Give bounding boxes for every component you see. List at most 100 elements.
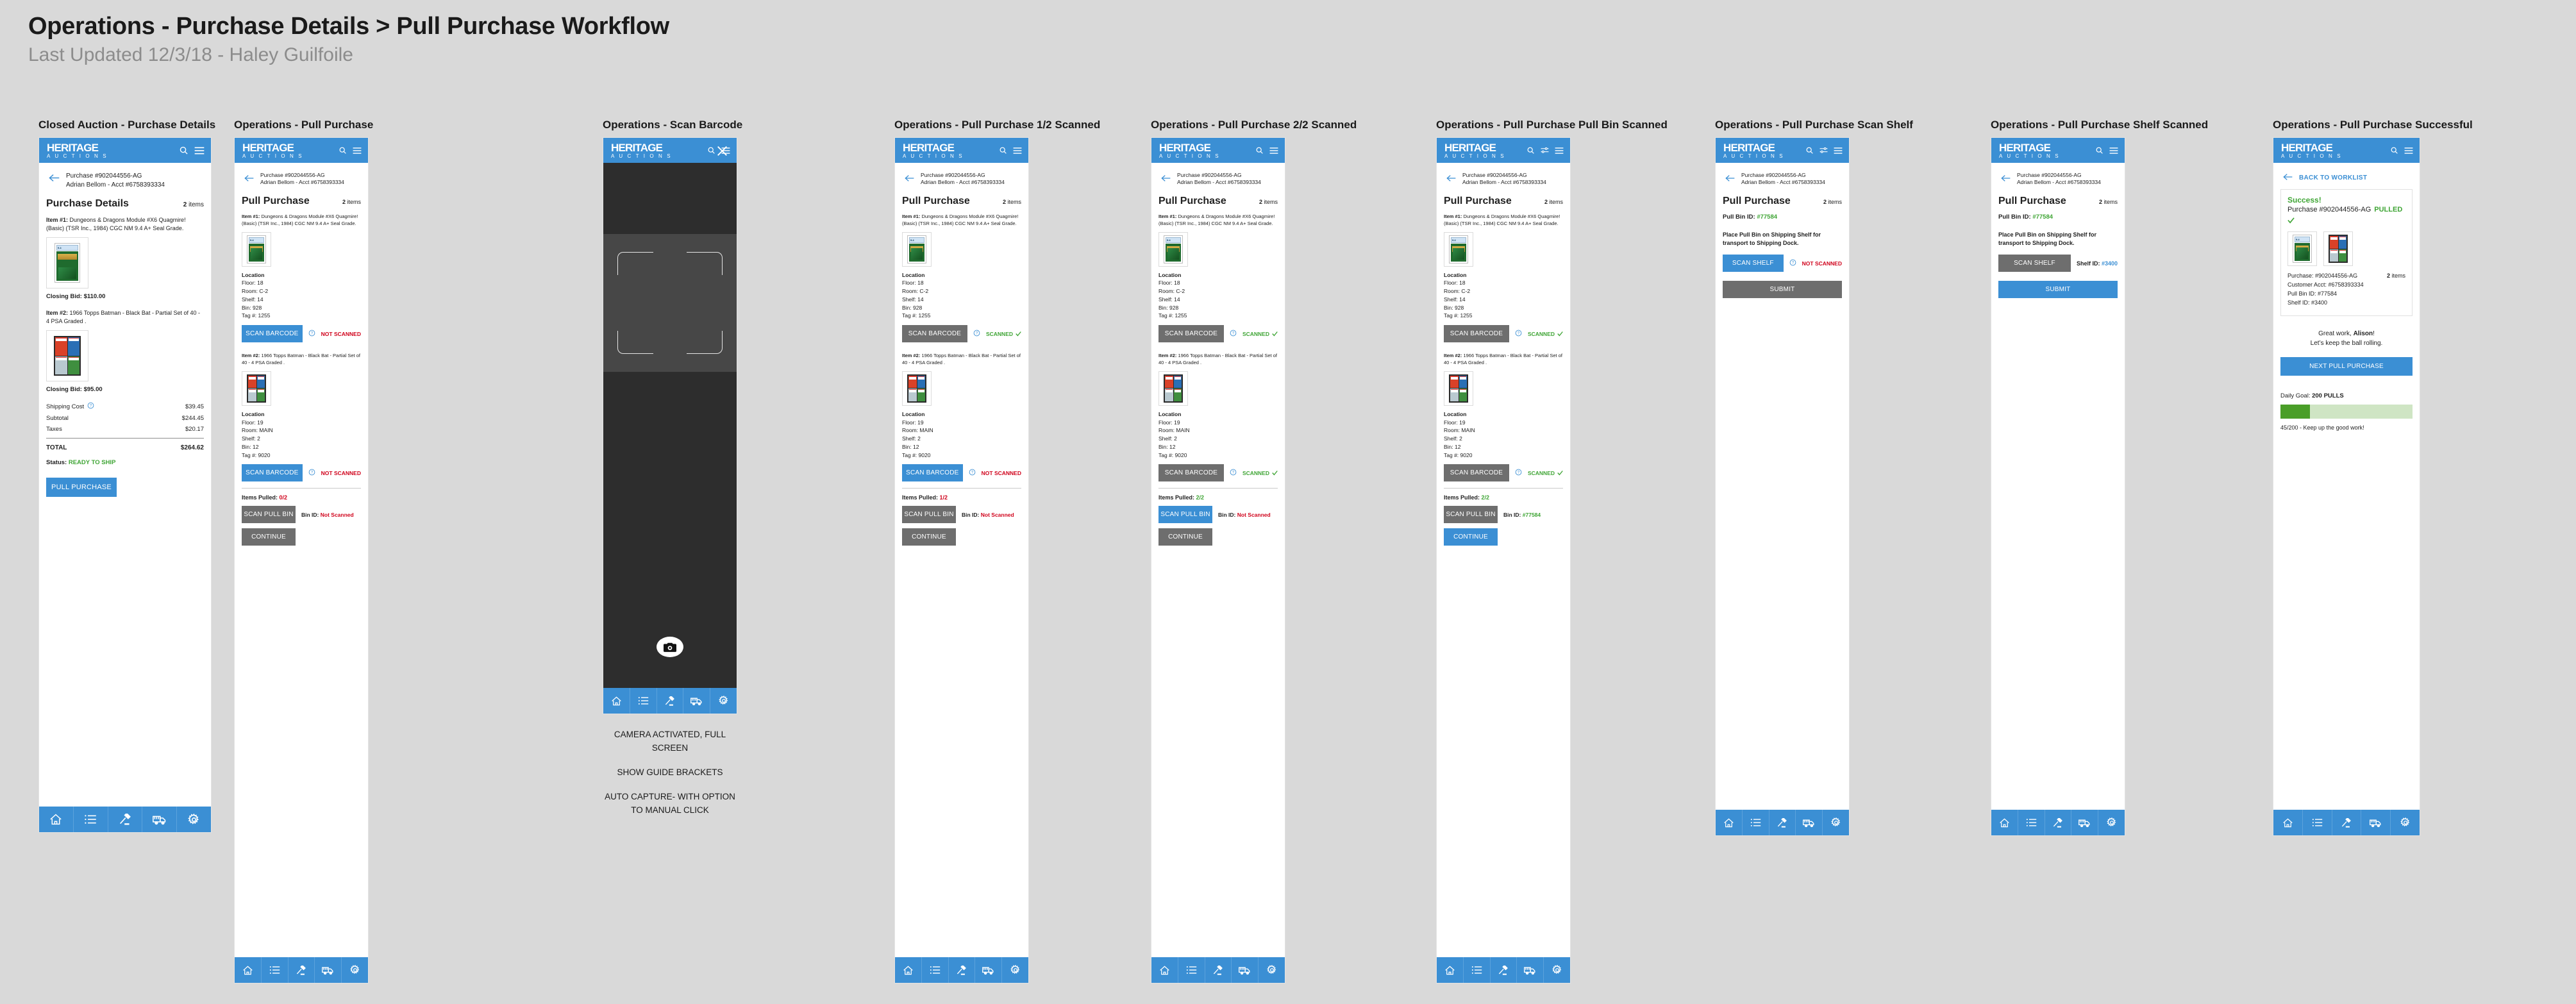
scan-barcode-button-1[interactable]: SCAN BARCODE [1444,325,1509,343]
back-row[interactable]: Purchase #902044556-AG Adrian Bellom - A… [242,169,361,190]
nav-truck[interactable] [2361,810,2391,835]
nav-gear[interactable] [177,807,211,832]
nav-home[interactable] [895,957,922,983]
nav-list[interactable] [74,807,108,832]
scan-barcode-button-1[interactable]: SCAN BARCODE [902,325,967,343]
nav-home[interactable] [1991,810,2018,835]
back-row[interactable]: Purchase #902044556-AG Adrian Bellom - A… [1158,169,1278,190]
next-pull-purchase-button[interactable]: NEXT PULL PURCHASE [2280,356,2413,376]
nav-gear[interactable] [1259,957,1285,983]
scan-barcode-button-2[interactable]: SCAN BARCODE [1158,464,1224,482]
pull-purchase-button[interactable]: PULL PURCHASE [46,478,117,498]
nav-gear[interactable] [1002,957,1028,983]
continue-button[interactable]: CONTINUE [1444,528,1498,546]
nav-truck[interactable] [2071,810,2099,835]
help-icon[interactable]: ? [1230,467,1237,479]
scan-pull-bin-button[interactable]: SCAN PULL BIN [1444,506,1498,524]
menu-icon[interactable] [1834,147,1843,155]
nav-list[interactable] [1464,957,1491,983]
scan-barcode-button-1[interactable]: SCAN BARCODE [1158,325,1224,343]
nav-list[interactable] [2303,810,2332,835]
back-row[interactable]: Purchase #902044556-AG Adrian Bellom - A… [1444,169,1563,190]
nav-list[interactable] [1743,810,1769,835]
nav-gavel[interactable] [108,807,143,832]
nav-gavel[interactable] [289,957,315,983]
nav-home[interactable] [603,688,630,714]
back-to-worklist-link[interactable]: BACK TO WORKLIST [2280,169,2413,189]
search-icon[interactable] [2390,146,2398,155]
back-arrow-icon[interactable] [905,174,914,185]
back-arrow-icon[interactable] [2001,174,2011,185]
nav-home[interactable] [1151,957,1178,983]
scan-barcode-button-1[interactable]: SCAN BARCODE [242,325,303,343]
continue-button[interactable]: CONTINUE [1158,528,1212,546]
nav-gavel[interactable] [2045,810,2072,835]
nav-gear[interactable] [342,957,368,983]
nav-list[interactable] [922,957,949,983]
search-icon[interactable] [999,146,1007,155]
nav-gear[interactable] [710,688,737,714]
filter-icon[interactable] [1541,147,1549,154]
nav-list[interactable] [1178,957,1205,983]
search-icon[interactable] [339,146,347,155]
scan-shelf-button[interactable]: SCAN SHELF [1723,255,1784,272]
scan-pull-bin-button[interactable]: SCAN PULL BIN [902,506,956,524]
back-row[interactable]: Purchase #902044556-AG Adrian Bellom - A… [1998,169,2118,190]
menu-icon[interactable] [353,147,362,155]
scan-pull-bin-button[interactable]: SCAN PULL BIN [1158,506,1212,524]
help-icon[interactable]: ? [1230,328,1237,340]
search-icon[interactable] [2095,146,2103,155]
help-icon[interactable]: ? [87,402,94,411]
continue-button[interactable]: CONTINUE [902,528,956,546]
nav-truck[interactable] [975,957,1003,983]
close-icon[interactable] [717,146,728,160]
scan-barcode-button-2[interactable]: SCAN BARCODE [242,464,303,482]
nav-gavel[interactable] [1491,957,1518,983]
help-icon[interactable]: ? [1789,258,1796,269]
nav-list[interactable] [630,688,657,714]
help-icon[interactable]: ? [308,467,315,479]
back-row[interactable]: Purchase #902044556-AG Adrian Bellom - A… [902,169,1021,190]
scan-barcode-button-2[interactable]: SCAN BARCODE [1444,464,1509,482]
nav-gavel[interactable] [1769,810,1796,835]
nav-list[interactable] [262,957,289,983]
help-icon[interactable]: ? [973,328,980,340]
nav-gear[interactable] [1823,810,1849,835]
nav-home[interactable] [1437,957,1464,983]
back-row[interactable]: Purchase #902044556-AG Adrian Bellom - A… [1723,169,1842,190]
menu-icon[interactable] [2109,147,2118,155]
nav-gear[interactable] [2098,810,2125,835]
nav-truck[interactable] [683,688,711,714]
menu-icon[interactable] [1269,147,1278,155]
search-icon[interactable] [707,146,715,155]
nav-truck[interactable] [315,957,342,983]
scan-pull-bin-button[interactable]: SCAN PULL BIN [242,506,296,524]
help-icon[interactable]: ? [969,467,976,479]
nav-gear[interactable] [2391,810,2420,835]
nav-gavel[interactable] [1205,957,1232,983]
help-icon[interactable]: ? [1515,467,1522,479]
camera-shutter-button[interactable] [657,637,683,657]
nav-home[interactable] [1716,810,1743,835]
scan-shelf-button[interactable]: SCAN SHELF [1998,255,2071,272]
help-icon[interactable]: ? [1515,328,1522,340]
nav-list[interactable] [2018,810,2045,835]
back-arrow-icon[interactable] [49,174,60,185]
filter-icon[interactable] [1819,147,1828,154]
search-icon[interactable] [1255,146,1264,155]
nav-home[interactable] [2273,810,2303,835]
back-arrow-icon[interactable] [1725,174,1735,185]
nav-gavel[interactable] [949,957,976,983]
submit-button[interactable]: SUBMIT [1723,281,1842,299]
back-arrow-icon[interactable] [1446,174,1456,185]
nav-truck[interactable] [1517,957,1544,983]
submit-button[interactable]: SUBMIT [1998,281,2118,299]
menu-icon[interactable] [1555,147,1564,155]
scan-barcode-button-2[interactable]: SCAN BARCODE [902,464,963,482]
back-arrow-icon[interactable] [1161,174,1171,185]
nav-home[interactable] [39,807,74,832]
nav-gavel[interactable] [2332,810,2362,835]
search-icon[interactable] [1526,146,1535,155]
nav-gavel[interactable] [657,688,684,714]
nav-gear[interactable] [1544,957,1570,983]
